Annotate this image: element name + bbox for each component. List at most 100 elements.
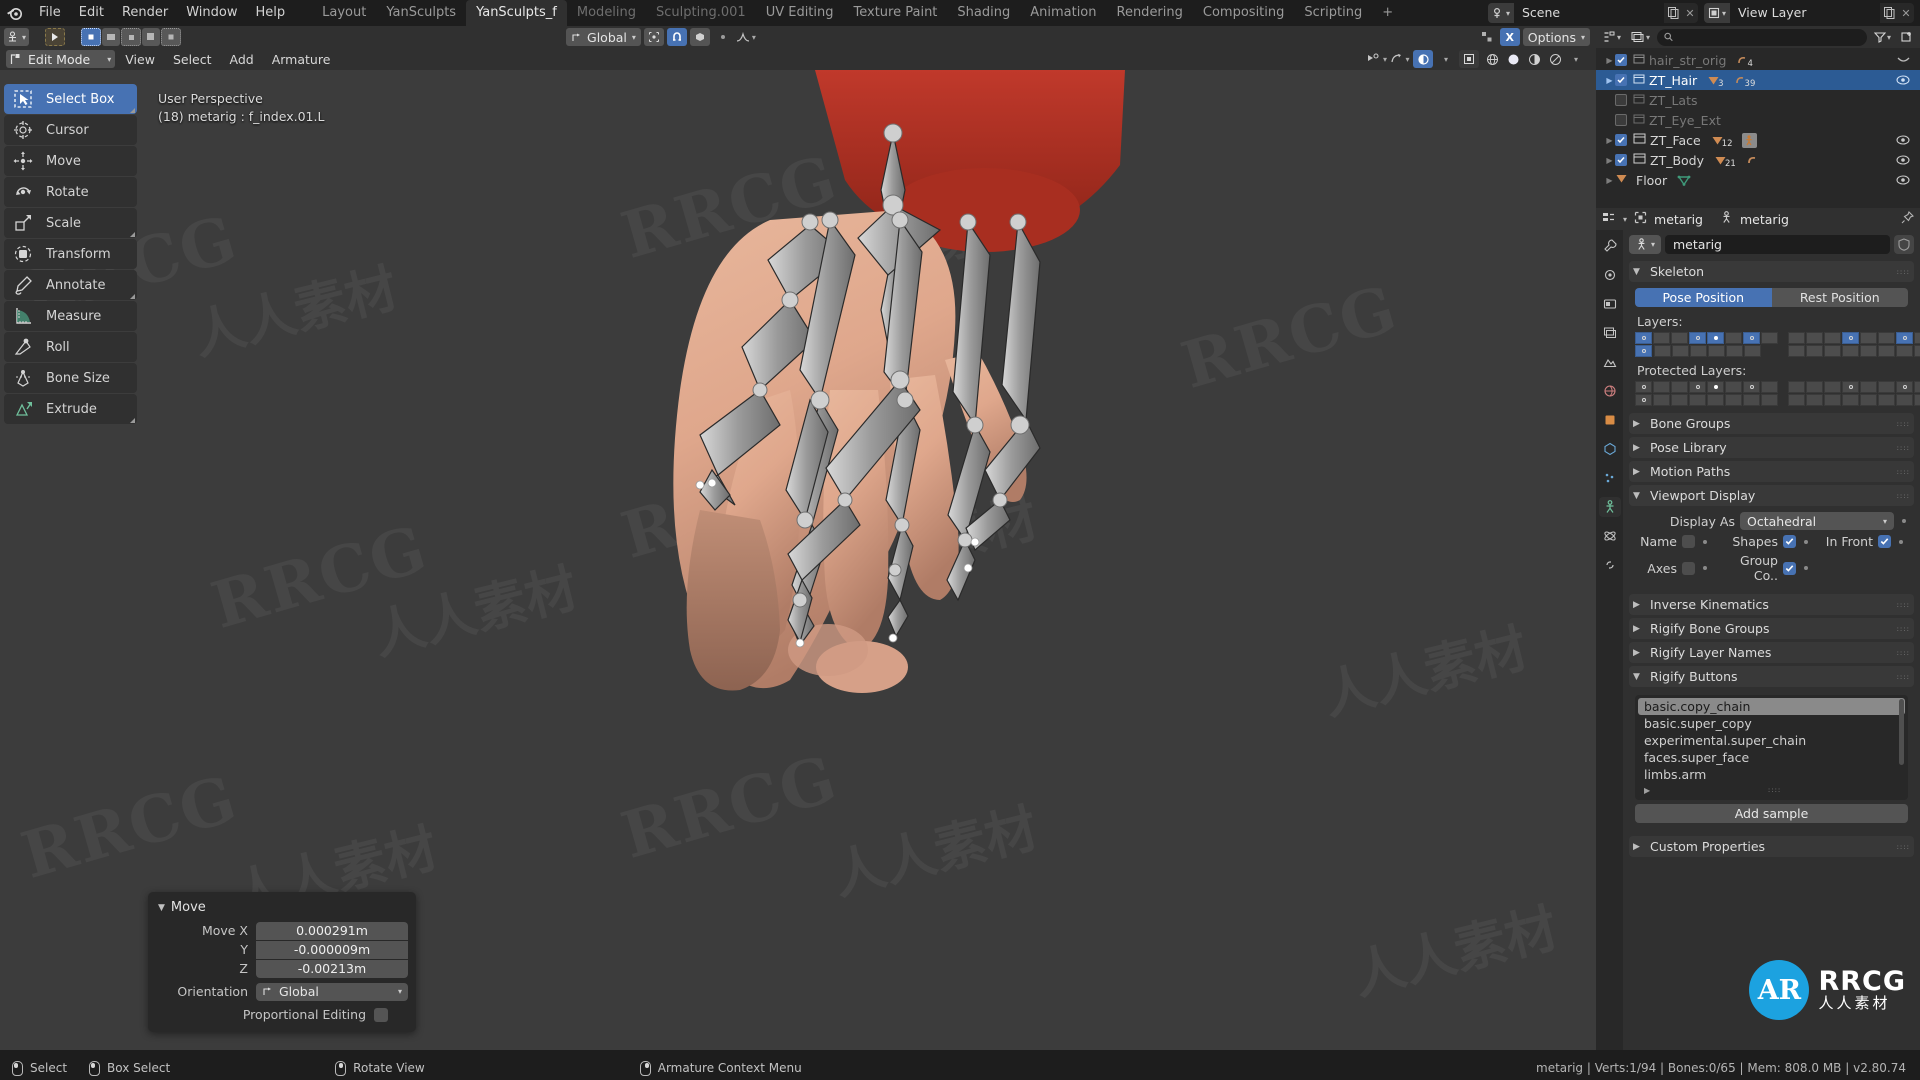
tab-tool[interactable] <box>1599 236 1621 256</box>
layer-cell[interactable] <box>1726 345 1743 357</box>
protected-layer-cell[interactable] <box>1914 381 1920 393</box>
layer-cell[interactable] <box>1878 332 1895 344</box>
outliner-search-input[interactable] <box>1657 28 1867 46</box>
mode-selector[interactable]: Edit Mode ▾ <box>6 50 116 68</box>
enable-checkbox[interactable] <box>1615 134 1627 146</box>
protected-layer-cell[interactable] <box>1842 394 1859 406</box>
falloff-curve-icon[interactable]: ▾ <box>736 28 756 46</box>
expand-triangle-icon[interactable]: ▶ <box>1604 136 1615 145</box>
tab-view-layer[interactable] <box>1599 323 1621 343</box>
expand-triangle-icon[interactable]: ▶ <box>1604 156 1615 165</box>
viewport-menu-select[interactable]: Select <box>165 51 220 68</box>
viewport-menu-add[interactable]: Add <box>222 51 262 68</box>
tab-object-data[interactable] <box>1598 497 1621 517</box>
panel-header-bone-groups[interactable]: ▶ Bone Groups :::: <box>1629 413 1914 434</box>
protected-layer-cell[interactable] <box>1860 394 1877 406</box>
scene-remove-button[interactable]: ✕ <box>1682 3 1698 23</box>
visibility-eye-icon[interactable] <box>1896 173 1910 188</box>
protected-layer-cell[interactable] <box>1896 394 1913 406</box>
animate-property-dot[interactable] <box>1700 564 1709 573</box>
panel-header-rigify-buttons[interactable]: ▼ Rigify Buttons :::: <box>1629 666 1914 687</box>
snap-target-icon[interactable] <box>689 28 710 46</box>
tool-scale[interactable]: Scale <box>4 208 137 238</box>
protected-layer-cell[interactable] <box>1878 381 1895 393</box>
workspace-tab-sculpting[interactable]: Sculpting.001 <box>646 0 756 26</box>
rendered-shading-icon[interactable] <box>1545 50 1565 68</box>
toggle-xray-shading-icon[interactable] <box>1413 50 1433 68</box>
shading-dropdown-icon[interactable]: ▾ <box>1566 50 1586 68</box>
workspace-tab-scripting[interactable]: Scripting <box>1294 0 1372 26</box>
scene-selector[interactable]: ▾ Scene ✕ <box>1488 3 1698 23</box>
list-item[interactable]: basic.copy_chain <box>1638 698 1905 715</box>
blender-logo-icon[interactable] <box>0 0 30 26</box>
animate-property-dot[interactable] <box>1801 564 1810 573</box>
protected-layer-cell[interactable] <box>1761 394 1778 406</box>
outliner-row-zt-body[interactable]: ▶ ZT_Body 21 <box>1596 150 1920 170</box>
layer-cell[interactable] <box>1860 332 1877 344</box>
viewport-3d[interactable]: RRCG 人人素材 RRCG 人人素材 RRCG 人人素材 RRCG 人人素材 … <box>0 70 1596 1050</box>
outliner-row-floor[interactable]: ▶ Floor <box>1596 170 1920 190</box>
outliner-editor[interactable]: ▾ ▾ ▾ ▶ hair_str_orig 4 ▶ ZT_Hair 3 39 Z… <box>1596 26 1920 208</box>
pose-position-button[interactable]: Pose Position <box>1635 288 1772 307</box>
layer-cell[interactable] <box>1788 345 1805 357</box>
tool-roll[interactable]: Roll <box>4 332 137 362</box>
name-checkbox[interactable] <box>1682 535 1695 548</box>
protected-layer-cell[interactable] <box>1725 394 1742 406</box>
layer-cell[interactable] <box>1744 345 1761 357</box>
protected-layer-cell[interactable] <box>1671 381 1688 393</box>
properties-editor[interactable]: ▾ metarig metarig ▾ metarig ▼ Skeleton:… <box>1596 208 1920 1050</box>
move-y-input[interactable]: -0.000009m <box>256 940 408 959</box>
workspace-tab-modeling[interactable]: Modeling <box>567 0 646 26</box>
layer-cell[interactable] <box>1806 345 1823 357</box>
panel-header-inverse-kinematics[interactable]: ▶ Inverse Kinematics :::: <box>1629 594 1914 615</box>
protected-layer-cell[interactable] <box>1914 394 1920 406</box>
protected-layer-cell[interactable] <box>1689 381 1706 393</box>
menu-window[interactable]: Window <box>177 1 246 25</box>
layer-cell[interactable] <box>1824 345 1841 357</box>
protected-layer-cell[interactable] <box>1671 394 1688 406</box>
list-item[interactable]: basic.super_copy <box>1638 715 1905 732</box>
shading-options-chevron-icon[interactable]: ▾ <box>1436 50 1456 68</box>
workspace-tab-compositing[interactable]: Compositing <box>1193 0 1295 26</box>
expand-triangle-icon[interactable]: ▶ <box>1604 56 1615 65</box>
viewport-menu-armature[interactable]: Armature <box>264 51 339 68</box>
proportional-edit-icon[interactable] <box>713 28 733 46</box>
axes-checkbox[interactable] <box>1682 561 1695 575</box>
layer-cell[interactable] <box>1654 345 1671 357</box>
layer-cell[interactable] <box>1914 332 1920 344</box>
proportional-checkbox[interactable] <box>374 1007 388 1022</box>
layer-cell[interactable] <box>1653 332 1670 344</box>
protected-layer-cell[interactable] <box>1824 381 1841 393</box>
xray-x-button[interactable]: X <box>1499 28 1520 46</box>
layer-cell[interactable] <box>1842 332 1859 344</box>
protected-layer-cell[interactable] <box>1689 394 1706 406</box>
object-name[interactable]: ZT_Hair <box>1649 73 1697 88</box>
protected-layer-cell[interactable] <box>1806 394 1823 406</box>
panel-header-motion-paths[interactable]: ▶ Motion Paths :::: <box>1629 461 1914 482</box>
menu-render[interactable]: Render <box>113 1 177 25</box>
options-dropdown[interactable]: Options ▾ <box>1522 28 1590 46</box>
list-expand-triangle-icon[interactable]: ▶ <box>1644 786 1650 795</box>
scene-icon[interactable]: ▾ <box>1488 3 1514 23</box>
outliner-row-zt-face[interactable]: ▶ ZT_Face 12 <box>1596 130 1920 150</box>
protected-layer-cell[interactable] <box>1806 381 1823 393</box>
list-item[interactable]: experimental.super_chain <box>1638 732 1905 749</box>
animate-property-dot[interactable] <box>1700 537 1709 546</box>
breadcrumb-data-name[interactable]: metarig <box>1740 212 1789 227</box>
add-sample-button[interactable]: Add sample <box>1635 804 1908 823</box>
material-preview-shading-icon[interactable] <box>1524 50 1544 68</box>
move-z-input[interactable]: -0.00213m <box>256 959 408 978</box>
tab-render[interactable] <box>1599 265 1621 285</box>
workspace-tab-add[interactable]: + <box>1372 0 1403 26</box>
object-name[interactable]: ZT_Face <box>1650 133 1701 148</box>
select-all-icon[interactable] <box>161 28 182 46</box>
panel-header-rigify-layer-names[interactable]: ▶ Rigify Layer Names :::: <box>1629 642 1914 663</box>
visibility-eye-icon[interactable] <box>1896 133 1910 148</box>
panel-header-pose-library[interactable]: ▶ Pose Library :::: <box>1629 437 1914 458</box>
scene-copy-icon[interactable] <box>1664 3 1682 23</box>
tool-rotate[interactable]: Rotate <box>4 177 137 207</box>
layer-cell[interactable] <box>1672 345 1689 357</box>
pivot-point-icon[interactable] <box>643 28 664 46</box>
outliner-display-mode-icon[interactable]: ▾ <box>1628 28 1653 46</box>
view-layer-icon[interactable]: ▾ <box>1704 3 1730 23</box>
